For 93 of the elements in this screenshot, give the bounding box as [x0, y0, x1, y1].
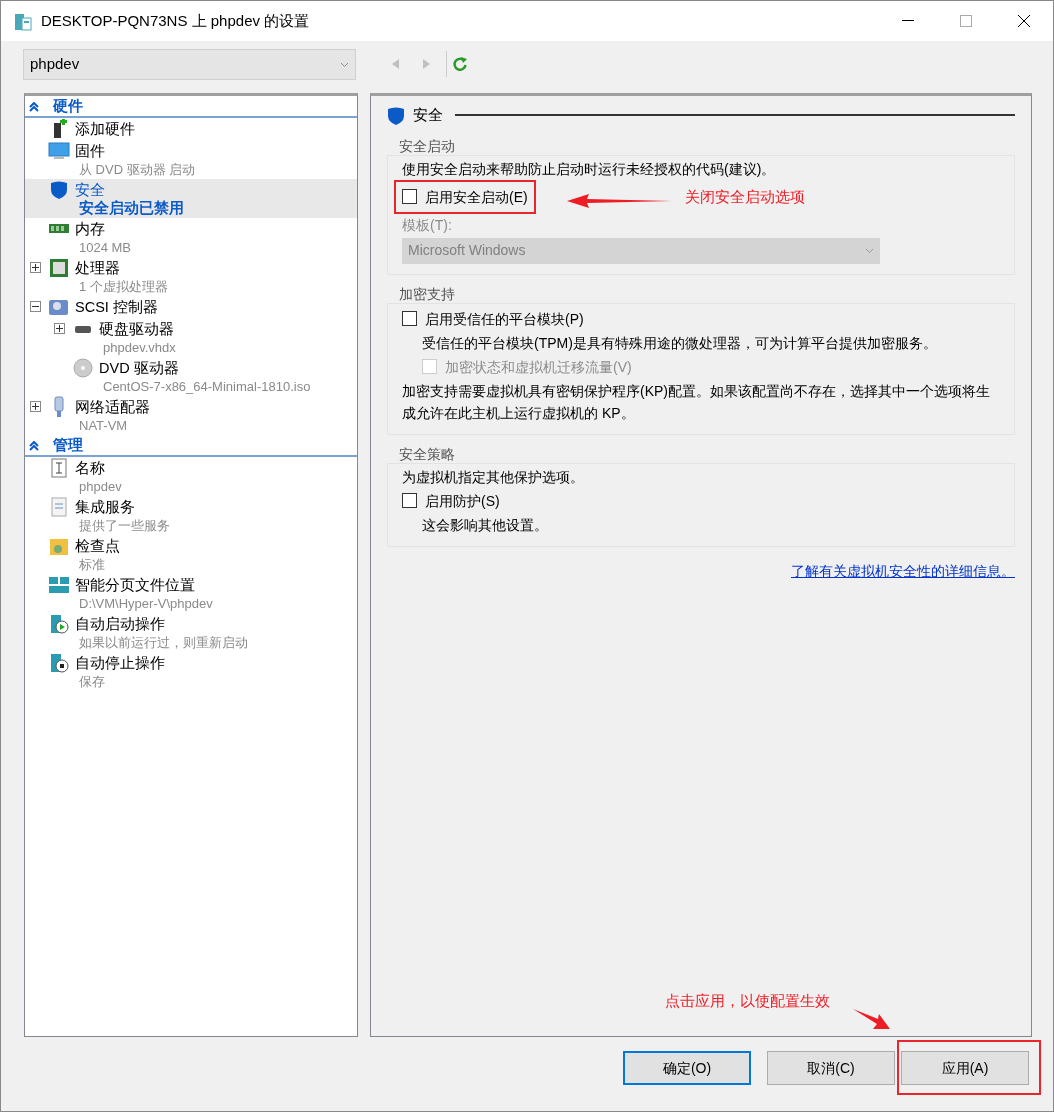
checkbox-label: 加密状态和虚拟机迁移流量(V) [445, 357, 632, 377]
description-text: 为虚拟机指定其他保护选项。 [402, 467, 585, 487]
callout-text: 关闭安全启动选项 [685, 188, 805, 207]
item-label: 固件 [75, 142, 106, 161]
tree-item[interactable]: SCSI 控制器 [25, 296, 357, 318]
description-text: 使用安全启动来帮助防止启动时运行未经授权的代码(建议)。 [402, 159, 777, 179]
close-icon [1018, 15, 1030, 27]
tree-item[interactable]: 固件 从 DVD 驱动器 启动 [25, 140, 357, 179]
expand-box-icon[interactable] [30, 262, 41, 273]
collapse-box-icon[interactable] [30, 301, 41, 312]
checkbox[interactable] [402, 311, 417, 326]
checkbox-label: 启用安全启动(E) [425, 187, 528, 207]
description-text: 这会影响其他设置。 [421, 515, 549, 535]
folder-icon [48, 536, 70, 556]
item-label: 名称 [75, 459, 106, 478]
description-text: 受信任的平台模块(TPM)是具有特殊用途的微处理器，可为计算平台提供加密服务。 [421, 333, 938, 353]
tree-item[interactable]: 硬盘驱动器 phpdev.vhdx [25, 318, 357, 357]
callout-text: 点击应用，以使配置生效 [665, 992, 830, 1011]
item-label: 安全 [75, 181, 106, 200]
tree-item[interactable]: 自动停止操作 保存 [25, 652, 357, 691]
vm-dropdown[interactable]: phpdev [23, 48, 356, 80]
tree-item[interactable]: 安全 安全启动已禁用 [25, 179, 357, 218]
item-label: 内存 [75, 220, 106, 239]
item-label: 检查点 [75, 537, 120, 556]
shield-icon [48, 180, 70, 200]
memory-blocks-icon [48, 575, 70, 595]
play-icon [48, 614, 70, 634]
description-text: 加密支持需要虚拟机具有密钥保护程序(KP)配置。如果该配置尚不存在，选择其中一个选项将生成允许在此主机上运行虚拟机的 KP。 [402, 381, 991, 423]
item-label: 智能分页文件位置 [75, 576, 196, 595]
tree-item[interactable]: 网络适配器 NAT-VM [25, 396, 357, 435]
tree-item[interactable]: 名称 phpdev [25, 457, 357, 496]
chevron-down-icon [865, 248, 874, 255]
item-detail: CentOS-7-x86_64-Minimal-1810.iso [102, 378, 311, 395]
group-title: 安全策略 [399, 444, 456, 463]
item-detail: phpdev [78, 478, 122, 495]
item-detail: D:\VM\Hyper-V\phpdev [78, 595, 213, 612]
item-detail: phpdev.vhdx [102, 339, 176, 356]
checkbox[interactable] [402, 493, 417, 508]
item-detail: 1024 MB [78, 239, 132, 256]
checkbox[interactable] [402, 189, 417, 204]
chevron-down-icon [340, 61, 349, 68]
tree-item[interactable]: 自动启动操作 如果以前运行过，则重新启动 [25, 613, 357, 652]
tree-item[interactable]: 添加硬件 [25, 118, 357, 140]
group-title: 安全启动 [399, 136, 456, 155]
tree-item[interactable]: 处理器 1 个虚拟处理器 [25, 257, 357, 296]
item-label: 网络适配器 [75, 398, 150, 417]
refresh-icon [451, 56, 468, 72]
section-title: 管理 [53, 434, 83, 455]
help-link[interactable]: 了解有关虚拟机安全性的详细信息。 [791, 562, 1015, 579]
item-label: 自动停止操作 [75, 654, 165, 673]
monitor-icon [48, 141, 70, 161]
item-label: 自动启动操作 [75, 615, 166, 634]
right-triangle-icon [422, 58, 432, 70]
callout-arrow [853, 1007, 891, 1031]
section-title: 硬件 [53, 95, 83, 116]
item-detail: 安全启动已禁用 [78, 200, 184, 217]
item-detail: 标准 [78, 556, 106, 573]
tree-item[interactable]: 检查点 标准 [25, 535, 357, 574]
expand-box-icon[interactable] [54, 323, 65, 334]
item-label: 集成服务 [75, 498, 136, 517]
maximize-icon [960, 15, 972, 27]
item-detail: NAT-VM [78, 417, 129, 434]
tree-item[interactable]: 智能分页文件位置 D:\VM\Hyper-V\phpdev [25, 574, 357, 613]
checkbox-label: 启用受信任的平台模块(P) [425, 309, 584, 329]
left-triangle-icon [390, 58, 400, 70]
text-document-icon [48, 458, 70, 478]
minimize-icon [902, 20, 914, 22]
dialog-button[interactable]: 确定(O) [623, 1051, 751, 1085]
group-title: 加密支持 [399, 284, 456, 303]
item-label: 添加硬件 [75, 120, 135, 139]
item-detail: 从 DVD 驱动器 启动 [78, 161, 196, 178]
document-icon [48, 497, 70, 517]
field-label: 模板(T): [402, 215, 453, 235]
item-label: DVD 驱动器 [99, 359, 180, 378]
disc-icon [72, 358, 94, 378]
item-label: 硬盘驱动器 [99, 320, 175, 339]
window-title: DESKTOP-PQN73NS 上 phpdev 的设置 [41, 10, 310, 31]
stop-icon [48, 653, 70, 673]
tree-item[interactable]: 内存 1024 MB [25, 218, 357, 257]
page-title: 安全 [413, 105, 443, 125]
expand-box-icon[interactable] [30, 401, 41, 412]
tree-item[interactable]: DVD 驱动器 CentOS-7-x86_64-Minimal-1810.iso [25, 357, 357, 396]
item-label: 处理器 [75, 259, 121, 278]
tree-item[interactable]: 集成服务 提供了一些服务 [25, 496, 357, 535]
item-detail: 1 个虚拟处理器 [78, 278, 168, 295]
checkbox-label: 启用防护(S) [425, 491, 500, 511]
item-detail: 提供了一些服务 [78, 517, 170, 534]
item-label: SCSI 控制器 [75, 298, 158, 317]
dialog-button[interactable]: 应用(A) [901, 1051, 1029, 1085]
dialog-button[interactable]: 取消(C) [767, 1051, 895, 1085]
processor-chip-icon [48, 258, 70, 278]
item-detail: 保存 [78, 673, 106, 690]
item-detail: 如果以前运行过，则重新启动 [78, 634, 248, 651]
